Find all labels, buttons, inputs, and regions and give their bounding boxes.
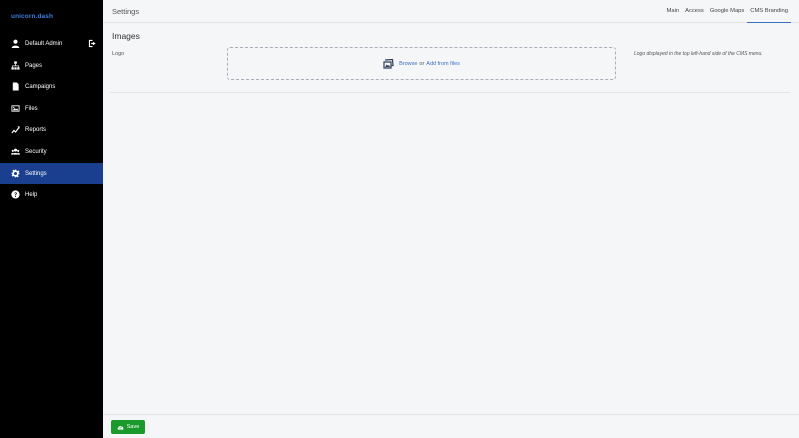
- question-icon: [11, 190, 20, 199]
- sidebar-item-label: Help: [25, 191, 38, 198]
- sidebar-user[interactable]: Default Admin: [0, 33, 103, 54]
- user-icon: [11, 39, 20, 48]
- image-icon: [11, 104, 20, 113]
- chart-line-icon: [11, 125, 20, 134]
- sidebar-item-label: Files: [25, 105, 38, 112]
- sitemap-icon: [11, 61, 20, 70]
- logout-icon[interactable]: [88, 39, 97, 48]
- sidebar: unicorn.dash Default Admin Pages Campaig…: [0, 0, 103, 438]
- tab-google-maps[interactable]: Google Maps: [707, 0, 747, 23]
- tab-access[interactable]: Access: [682, 0, 707, 23]
- page-title: Settings: [112, 7, 140, 16]
- logo-field-label: Logo: [112, 51, 125, 57]
- brand-logo[interactable]: unicorn.dash: [11, 13, 53, 20]
- sidebar-item-label: Settings: [25, 170, 47, 177]
- file-icon: [11, 82, 20, 91]
- sidebar-item-pages[interactable]: Pages: [0, 55, 103, 76]
- users-icon: [11, 147, 20, 156]
- section-divider: [110, 92, 790, 93]
- sidebar-item-campaigns[interactable]: Campaigns: [0, 76, 103, 97]
- logo-dropzone[interactable]: Browse or Add from files: [227, 47, 616, 80]
- sidebar-item-reports[interactable]: Reports: [0, 119, 103, 140]
- footer-bar: Save: [103, 414, 799, 438]
- sidebar-user-label: Default Admin: [25, 40, 63, 47]
- section-title-images: Images: [112, 31, 140, 41]
- sidebar-item-security[interactable]: Security: [0, 141, 103, 162]
- browse-link[interactable]: Browse: [399, 61, 417, 67]
- save-button[interactable]: Save: [111, 420, 145, 434]
- settings-tabs: Main Access Google Maps CMS Branding: [664, 0, 791, 23]
- sidebar-item-files[interactable]: Files: [0, 98, 103, 119]
- sidebar-item-label: Reports: [25, 126, 47, 133]
- gear-icon: [11, 169, 20, 178]
- or-text: or: [419, 60, 425, 67]
- upload-image-icon: [383, 58, 394, 69]
- sidebar-item-help[interactable]: Help: [0, 184, 103, 205]
- logo-help-text: Logo displayed in the top left-hand side…: [634, 51, 763, 57]
- tab-main[interactable]: Main: [664, 0, 683, 23]
- top-bar: Settings Main Access Google Maps CMS Bra…: [103, 0, 799, 23]
- add-from-files-link[interactable]: Add from files: [426, 61, 460, 67]
- save-cloud-icon: [117, 425, 124, 430]
- tab-cms-branding[interactable]: CMS Branding: [747, 0, 791, 23]
- save-button-label: Save: [126, 424, 140, 430]
- sidebar-item-label: Pages: [25, 62, 43, 69]
- sidebar-item-label: Campaigns: [25, 83, 56, 90]
- sidebar-item-label: Security: [25, 148, 47, 155]
- sidebar-item-settings[interactable]: Settings: [0, 163, 103, 184]
